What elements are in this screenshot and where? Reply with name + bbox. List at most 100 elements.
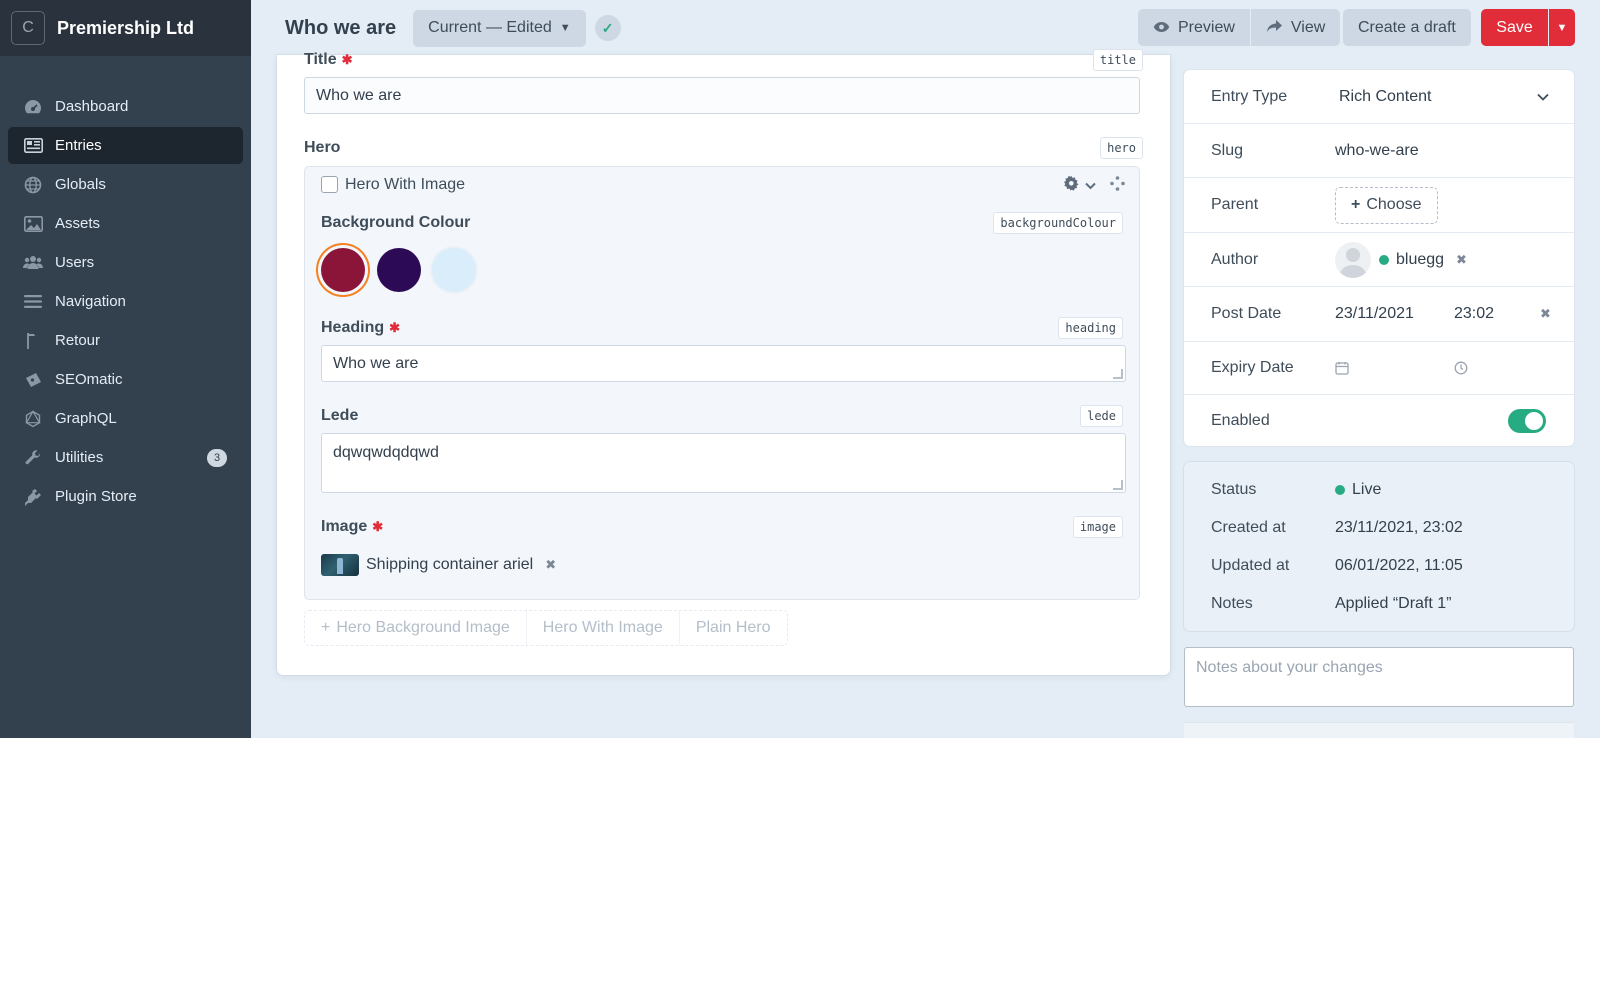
- live-status-dot: [1335, 485, 1345, 495]
- lede-value: dqwqwdqdqwd: [333, 444, 439, 461]
- sidebar-item-label: Utilities: [55, 449, 104, 466]
- app: C Premiership Ltd Dashboard Entries Glob…: [0, 0, 1600, 738]
- gear-icon[interactable]: [1064, 175, 1079, 194]
- lede-handle: lede: [1080, 405, 1123, 427]
- site-header[interactable]: C Premiership Ltd: [0, 0, 251, 56]
- entries-icon: [23, 137, 43, 155]
- calendar-icon[interactable]: [1335, 361, 1349, 375]
- slug-input[interactable]: who-we-are: [1335, 142, 1419, 160]
- sidebar-item-retour[interactable]: Retour: [8, 322, 243, 359]
- dashboard-icon: [23, 98, 43, 116]
- chevron-down-icon: ▼: [1556, 21, 1568, 34]
- status-label: Status: [1211, 481, 1257, 498]
- sidebar-item-dashboard[interactable]: Dashboard: [8, 88, 243, 125]
- sidebar-item-label: Dashboard: [55, 98, 129, 115]
- image-icon: [23, 215, 43, 233]
- add-hero-background-image-button[interactable]: + Hero Background Image: [305, 611, 527, 645]
- sidebar-item-graphql[interactable]: GraphQL: [8, 400, 243, 437]
- post-date-input[interactable]: 23/11/2021: [1335, 305, 1414, 323]
- expiry-date-label: Expiry Date: [1211, 359, 1294, 376]
- add-block-buttons: + Hero Background Image Hero With Image …: [304, 610, 788, 646]
- title-input[interactable]: Who we are: [304, 77, 1140, 114]
- preview-button[interactable]: Preview: [1138, 9, 1250, 46]
- main-nav: Dashboard Entries Globals Assets Users N…: [8, 88, 243, 517]
- block-type-label: Hero With Image: [345, 175, 466, 193]
- choose-parent-button[interactable]: + Choose: [1335, 186, 1438, 224]
- revision-menu-button[interactable]: Current — Edited ▼: [413, 9, 586, 47]
- enabled-label: Enabled: [1211, 411, 1270, 429]
- resize-handle[interactable]: [1113, 480, 1123, 490]
- globe-icon: [23, 176, 43, 194]
- sidebar-item-globals[interactable]: Globals: [8, 166, 243, 203]
- entry-type-select[interactable]: Rich Content: [1339, 88, 1549, 106]
- clear-date-icon[interactable]: ✖: [1540, 306, 1551, 322]
- post-date-label: Post Date: [1211, 305, 1282, 322]
- updated-value: 06/01/2022, 11:05: [1335, 557, 1463, 574]
- sidebar-item-navigation[interactable]: Navigation: [8, 283, 243, 320]
- sidebar-item-utilities[interactable]: Utilities 3: [8, 439, 243, 476]
- add-hero-with-image-button[interactable]: Hero With Image: [527, 611, 680, 645]
- clock-icon[interactable]: [1454, 361, 1468, 375]
- page-header: Who we are Current — Edited ▼ ✓ Preview …: [251, 0, 1600, 56]
- image-asset-chip[interactable]: Shipping container ariel ✖: [321, 554, 556, 576]
- move-handle-icon[interactable]: [1110, 176, 1125, 194]
- sidebar-item-seomatic[interactable]: SEOmatic: [8, 361, 243, 398]
- background-colour-handle: backgroundColour: [993, 212, 1123, 234]
- block-select-checkbox[interactable]: [321, 176, 338, 193]
- hero-handle: hero: [1100, 137, 1143, 159]
- view-button[interactable]: View: [1250, 9, 1341, 46]
- required-indicator: ✱: [372, 519, 384, 534]
- save-button[interactable]: Save: [1481, 9, 1548, 46]
- expiry-date-row: Expiry Date: [1184, 342, 1574, 395]
- sidebar-item-label: Assets: [55, 215, 101, 232]
- choose-label: Choose: [1366, 196, 1422, 213]
- chevron-down-icon[interactable]: [1085, 177, 1096, 193]
- sidebar: C Premiership Ltd Dashboard Entries Glob…: [0, 0, 251, 738]
- enabled-toggle[interactable]: [1508, 408, 1546, 433]
- site-logo: C: [11, 11, 45, 45]
- resize-handle[interactable]: [1113, 369, 1123, 379]
- flag-icon: [23, 332, 43, 350]
- entry-type-value: Rich Content: [1339, 87, 1432, 105]
- remove-icon[interactable]: ✖: [1456, 252, 1467, 268]
- sidebar-item-entries[interactable]: Entries: [8, 127, 243, 164]
- colour-swatch-purple[interactable]: [377, 248, 421, 292]
- hero-field-label: Hero: [304, 139, 341, 156]
- post-date-row: Post Date 23/11/2021 23:02 ✖: [1184, 287, 1574, 342]
- chevron-down-icon: ▼: [559, 22, 571, 34]
- entry-meta-panel: Entry Type Rich Content Slug who-we-are …: [1184, 70, 1574, 446]
- revision-label: Current — Edited: [428, 19, 552, 36]
- view-label: View: [1290, 18, 1326, 36]
- sidebar-item-assets[interactable]: Assets: [8, 205, 243, 242]
- colour-swatch-burgundy[interactable]: [321, 248, 365, 292]
- entry-content-pane: Title ✱ title Who we are Hero hero Hero W…: [277, 49, 1170, 675]
- matrix-block-header[interactable]: Hero With Image: [305, 167, 1139, 202]
- image-field-label: Image ✱: [321, 518, 383, 536]
- saved-check-icon: ✓: [594, 15, 621, 41]
- users-icon: [23, 254, 43, 272]
- lede-textarea[interactable]: dqwqwdqdqwd: [321, 433, 1126, 493]
- add-plain-hero-button[interactable]: Plain Hero: [680, 611, 787, 645]
- heading-textarea[interactable]: Who we are: [321, 345, 1126, 382]
- asset-thumbnail: [321, 554, 359, 576]
- colour-swatch-light-blue[interactable]: [432, 248, 476, 292]
- title-field-label: Title ✱: [304, 51, 353, 69]
- post-time-input[interactable]: 23:02: [1454, 305, 1494, 323]
- plus-icon: +: [1351, 196, 1361, 213]
- wrench-icon: [23, 449, 43, 467]
- required-indicator: ✱: [389, 320, 401, 335]
- sidebar-item-label: SEOmatic: [55, 371, 123, 388]
- lede-field-label: Lede: [321, 407, 359, 424]
- sidebar-item-plugin-store[interactable]: Plugin Store: [8, 478, 243, 515]
- create-draft-button[interactable]: Create a draft: [1343, 9, 1471, 46]
- save-options-button[interactable]: ▼: [1549, 9, 1575, 46]
- author-name[interactable]: bluegg: [1396, 251, 1444, 269]
- title-label-text: Title: [304, 51, 337, 68]
- block-actions: [1058, 175, 1125, 194]
- sidebar-item-users[interactable]: Users: [8, 244, 243, 281]
- status-value: Live: [1335, 481, 1381, 499]
- preview-label: Preview: [1178, 18, 1235, 36]
- change-notes-input[interactable]: Notes about your changes: [1184, 647, 1574, 707]
- plus-icon: +: [321, 619, 331, 636]
- remove-icon[interactable]: ✖: [545, 557, 556, 573]
